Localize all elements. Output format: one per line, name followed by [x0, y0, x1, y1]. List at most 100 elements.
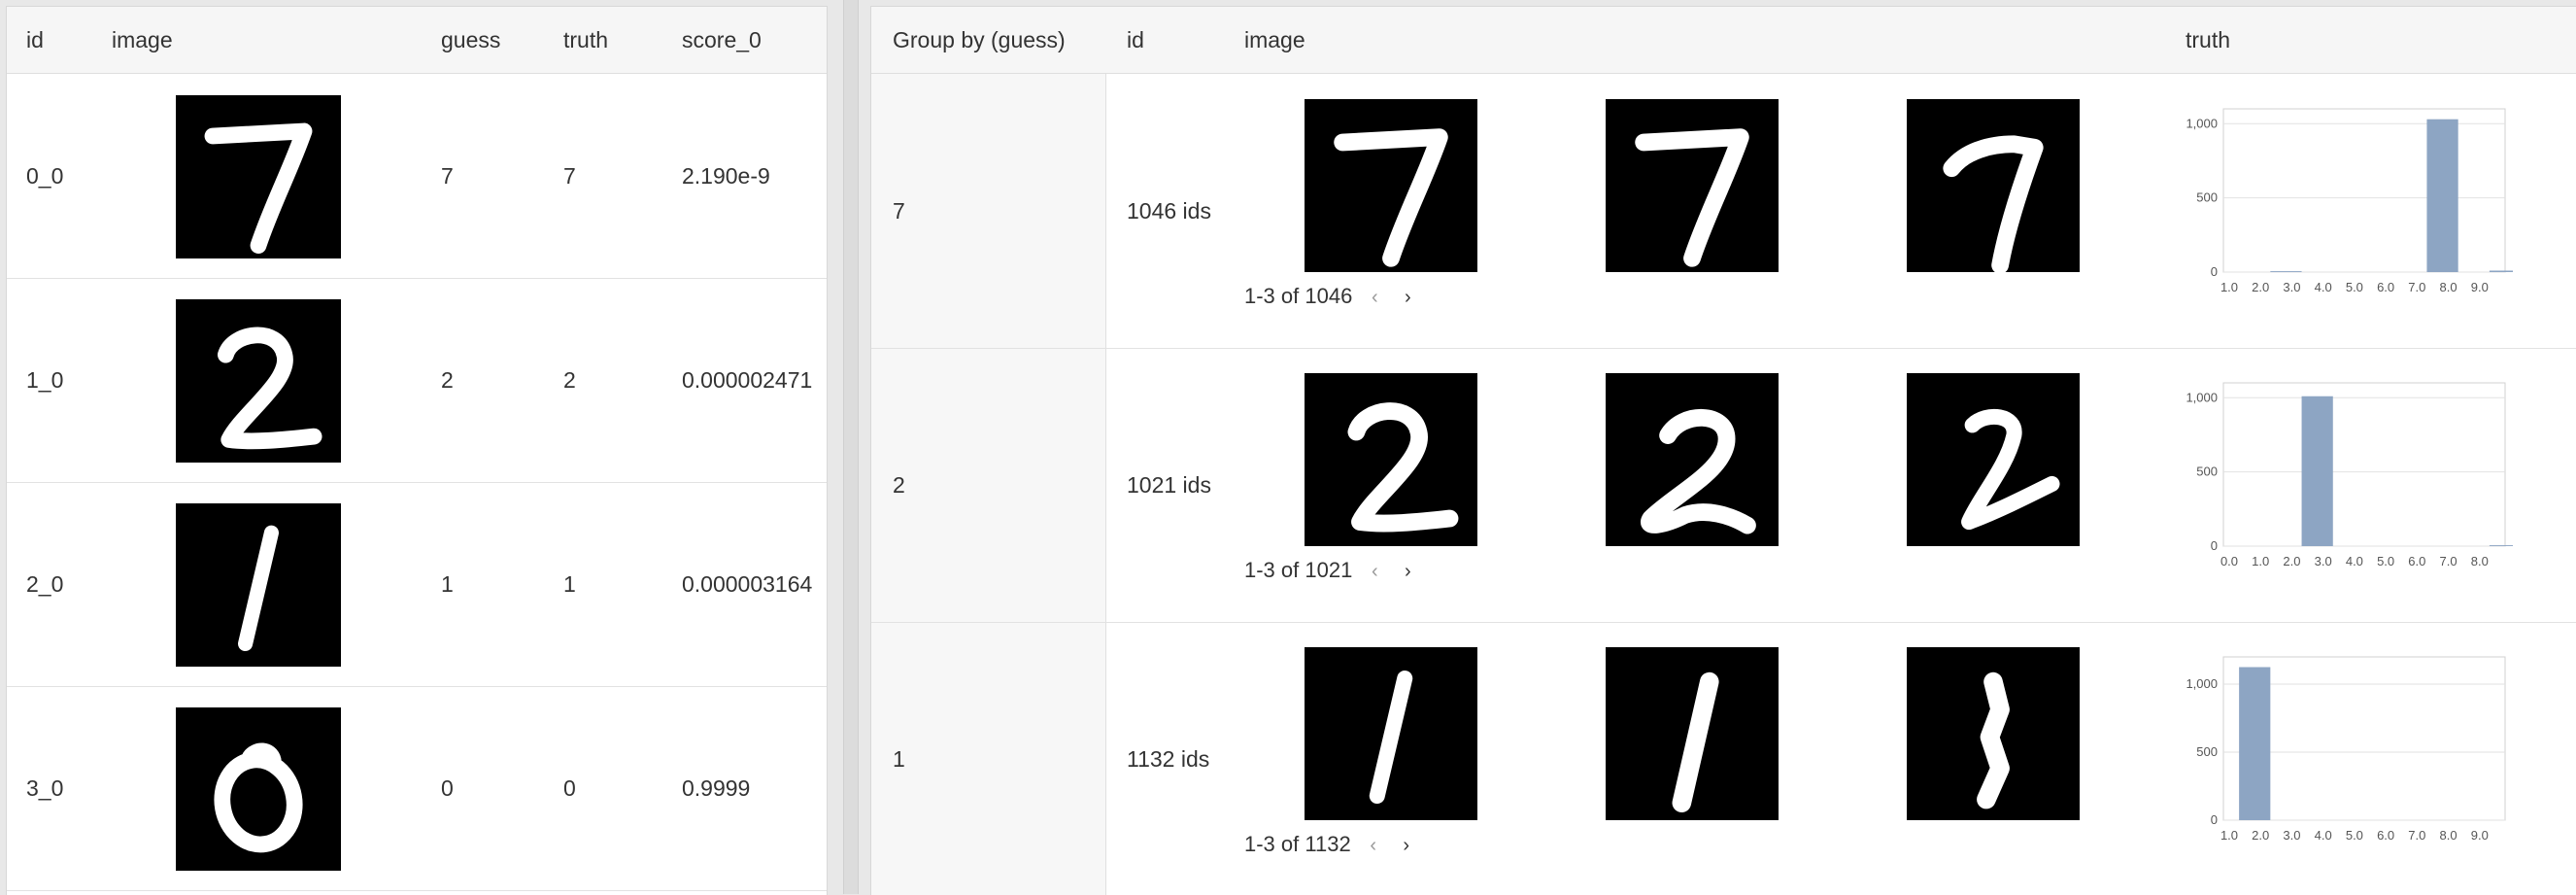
truth-histogram: 0 500 1,000 1.0 2.0 3.0 4.0 5.0 6.0 7.0 8.0 9.0 — [2186, 108, 2522, 294]
digit-image[interactable] — [1907, 99, 2080, 272]
col-header-truth[interactable]: truth — [563, 7, 608, 73]
truth-histogram-cell: 0 500 1,000 1.0 2.0 3.0 4.0 5.0 6.0 7.0 8.0 9.0 — [2183, 639, 2513, 843]
row-guess: 0 — [441, 775, 454, 801]
col-header-image[interactable]: image — [112, 7, 173, 73]
y-tick-label: 500 — [2196, 465, 2218, 479]
y-tick-label: 0 — [2211, 264, 2218, 279]
table-row[interactable]: 2_0 1 1 0.000003164 — [7, 482, 827, 687]
x-tick-label: 9.0 — [2471, 280, 2489, 294]
chevron-right-icon[interactable]: › — [1394, 835, 1419, 857]
digit-image-content — [1943, 135, 2044, 272]
truth-histogram: 0 500 1,000 0.0 1.0 2.0 3.0 4.0 5.0 6.0 7.0 8.0 — [2186, 382, 2522, 568]
digit-image[interactable] — [1305, 99, 1477, 272]
digit-image[interactable] — [176, 95, 341, 258]
histogram-bar[interactable] — [2270, 271, 2302, 272]
chevron-left-icon[interactable]: ‹ — [1362, 561, 1387, 583]
col-header-group[interactable]: Group by (guess) — [893, 7, 1066, 73]
x-tick-label: 8.0 — [2440, 828, 2457, 843]
histogram-bar[interactable] — [2301, 396, 2333, 546]
col-header-id[interactable]: id — [26, 7, 44, 73]
col-header-image[interactable]: image — [1244, 7, 1305, 73]
table-row[interactable]: 0_0 7 7 2.190e-9 — [7, 74, 827, 279]
col-header-truth[interactable]: truth — [2186, 7, 2230, 73]
table-row[interactable]: 3_0 0 0 0.9999 — [7, 686, 827, 891]
group-id-count: 1132 ids — [1127, 746, 1210, 772]
row-score: 0.000002471 — [682, 367, 813, 393]
group-id-count: 1021 ids — [1127, 472, 1211, 498]
digit-image-content — [204, 122, 313, 254]
pager-label: 1-3 of 1021 — [1244, 558, 1353, 582]
x-tick-label: 4.0 — [2346, 554, 2363, 568]
digit-image-content — [238, 525, 279, 652]
digit-image[interactable] — [1606, 647, 1779, 820]
y-tick-label: 1,000 — [2186, 676, 2218, 691]
row-truth: 1 — [563, 571, 576, 597]
row-guess: 2 — [441, 367, 454, 393]
x-tick-label: 7.0 — [2408, 828, 2425, 843]
digit-image[interactable] — [1606, 373, 1779, 546]
image-pager: 1-3 of 1132 ‹ › — [1244, 832, 1419, 857]
x-tick-label: 1.0 — [2252, 554, 2269, 568]
x-tick-label: 3.0 — [2283, 280, 2300, 294]
table-row[interactable]: 1_0 2 2 0.000002471 — [7, 278, 827, 483]
pager-label: 1-3 of 1132 — [1244, 832, 1351, 856]
x-tick-label: 5.0 — [2346, 280, 2363, 294]
row-guess: 7 — [441, 163, 454, 189]
digit-image[interactable] — [1907, 373, 2080, 546]
digit-image[interactable] — [1606, 99, 1779, 272]
image-pager: 1-3 of 1046 ‹ › — [1244, 284, 1420, 309]
x-tick-label: 2.0 — [2252, 828, 2269, 843]
col-header-id[interactable]: id — [1127, 7, 1144, 73]
row-guess: 1 — [441, 571, 454, 597]
chevron-right-icon[interactable]: › — [1395, 561, 1420, 583]
col-header-guess[interactable]: guess — [441, 7, 500, 73]
row-truth: 7 — [563, 163, 576, 189]
truth-histogram-cell: 0 500 1,000 1.0 2.0 3.0 4.0 5.0 6.0 7.0 8.0 9.0 — [2183, 91, 2522, 295]
histogram-bar[interactable] — [2426, 119, 2458, 272]
row-score: 2.190e-9 — [682, 163, 770, 189]
grouped-table-header: Group by (guess) id image truth — [871, 7, 2576, 74]
x-tick-label: 7.0 — [2408, 280, 2425, 294]
x-tick-label: 1.0 — [2220, 280, 2238, 294]
group-row[interactable]: 7 1046 ids 1-3 of 1046 ‹ › 0 500 1,000 1.0 2.0 3.0… — [871, 74, 2576, 349]
digit-image[interactable] — [176, 707, 341, 871]
group-value: 1 — [893, 746, 905, 772]
x-tick-label: 4.0 — [2315, 828, 2332, 843]
row-id: 1_0 — [26, 367, 64, 393]
x-tick-label: 0.0 — [2220, 554, 2238, 568]
x-tick-label: 9.0 — [2471, 828, 2489, 843]
truth-histogram: 0 500 1,000 1.0 2.0 3.0 4.0 5.0 6.0 7.0 8.0 9.0 — [2186, 656, 2506, 843]
histogram-bar[interactable] — [2489, 545, 2522, 546]
row-truth: 2 — [563, 367, 576, 393]
group-row[interactable]: 1 1132 ids 1-3 of 1132 ‹ › 0 500 1,000 1.0 2.0 3.0… — [871, 622, 2576, 895]
digit-image-content — [214, 742, 303, 853]
x-tick-label: 8.0 — [2471, 554, 2489, 568]
grouped-table: Group by (guess) id image truth 7 1046 id… — [870, 6, 2576, 895]
chevron-right-icon[interactable]: › — [1395, 287, 1420, 309]
digit-image-content — [1635, 128, 1749, 267]
chevron-left-icon[interactable]: ‹ — [1361, 835, 1386, 857]
histogram-bar[interactable] — [2239, 667, 2271, 821]
digit-image[interactable] — [1305, 373, 1477, 546]
x-tick-label: 4.0 — [2315, 280, 2332, 294]
x-tick-label: 7.0 — [2440, 554, 2457, 568]
row-id: 3_0 — [26, 775, 64, 801]
x-tick-label: 5.0 — [2377, 554, 2394, 568]
row-score: 0.9999 — [682, 775, 751, 801]
digit-image-content — [1977, 671, 2010, 809]
panel-resize-handle[interactable] — [843, 0, 859, 894]
digit-image[interactable] — [1907, 647, 2080, 820]
x-tick-label: 3.0 — [2315, 554, 2332, 568]
digit-image[interactable] — [1305, 647, 1477, 820]
y-tick-label: 0 — [2211, 812, 2218, 827]
digit-image[interactable] — [176, 503, 341, 667]
col-header-score[interactable]: score_0 — [682, 7, 762, 73]
histogram-bar[interactable] — [2489, 270, 2522, 272]
x-tick-label: 8.0 — [2440, 280, 2457, 294]
group-value: 2 — [893, 472, 905, 498]
y-tick-label: 500 — [2196, 744, 2218, 759]
x-tick-label: 6.0 — [2408, 554, 2425, 568]
digit-image[interactable] — [176, 299, 341, 463]
group-row[interactable]: 2 1021 ids 1-3 of 1021 ‹ › 0 500 1,000 0.0 1.0 2.0… — [871, 348, 2576, 623]
chevron-left-icon[interactable]: ‹ — [1362, 287, 1387, 309]
